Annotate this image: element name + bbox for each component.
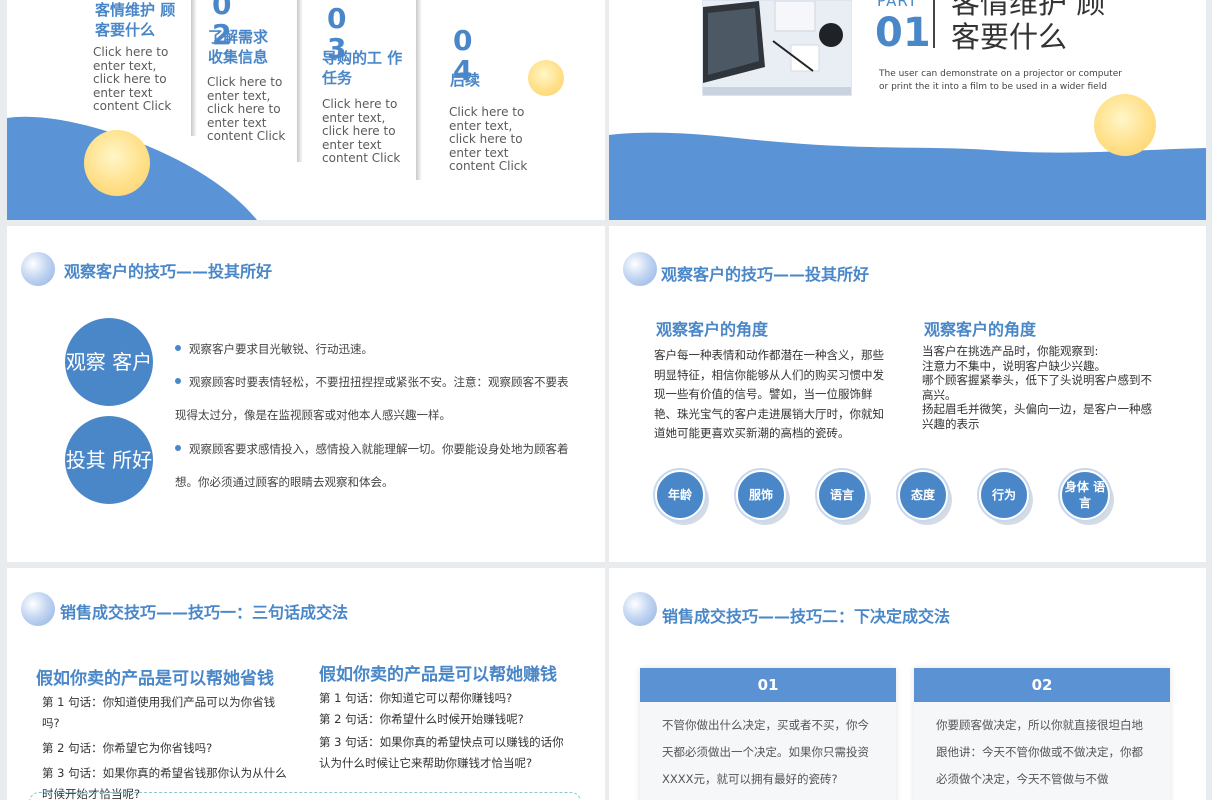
sentence-line: 第 1 句话：你知道使用我们产品可以为你省钱吗? (42, 695, 276, 730)
laptop-photo (702, 0, 852, 96)
title-orb-icon (623, 252, 657, 286)
pill-age: 年龄 (653, 468, 707, 522)
step-divider (191, 0, 197, 136)
part-number: 01 (875, 10, 931, 56)
pill-language: 语言 (815, 468, 869, 522)
card-number: 02 (914, 668, 1170, 702)
bullet-dot-icon (175, 444, 181, 451)
dashed-box (29, 792, 581, 800)
right-body: 当客户在挑选产品时，你能观察到: 注意力不集中，说明客户缺少兴趣。 哪个顾客握紧… (922, 344, 1157, 431)
circle-observe: 观察 客户 (65, 318, 153, 406)
decision-card-1: 01 不管你做出什么决定，买或者不买，你今天都必须做出一个决定。如果你只需投资X… (640, 668, 896, 800)
slide-observe-angles[interactable]: 观察客户的技巧——投其所好 观察客户的角度 客户每一种表情和动作都潜在一种含义，… (609, 226, 1206, 562)
right-line: 哪个顾客握紧拳头，低下了头说明客户感到不高兴。 (922, 373, 1152, 402)
laptop-illustration (703, 1, 851, 95)
left-lines: 第 1 句话：你知道使用我们产品可以为你省钱吗? 第 2 句话：你希望它为你省钱… (42, 692, 292, 800)
slide-title: 销售成交技巧——技巧一：三句话成交法 (60, 603, 349, 622)
part-title: 客情维护 顾客要什么 (951, 0, 1106, 54)
sun-decoration (1094, 94, 1156, 156)
sentence-line: 第 3 句话：如果你真的希望快点可以赚钱的话你认为什么时候让它来帮助你赚钱才恰当… (319, 735, 564, 770)
step2-title: 了解需求 收集信息 (208, 28, 269, 66)
bullet-dot-icon (175, 377, 181, 384)
step3-title: 导购的工 作任务 (322, 49, 403, 87)
pill-body-language: 身体 语言 (1058, 468, 1112, 522)
step-divider (297, 0, 303, 162)
step3-body: Click here to enter text, click here to … (322, 97, 401, 165)
left-body: 客户每一种表情和动作都潜在一种含义，那些明显特征，相信你能够从人们的购买习惯中发… (654, 348, 884, 440)
step2-body: Click here to enter text, click here to … (207, 75, 286, 143)
sentence-line: 第 1 句话：你知道它可以帮你赚钱吗? (319, 691, 513, 705)
step1-body: Click here to enter text, click here to … (93, 45, 172, 113)
step4-body: Click here to enter text, click here to … (449, 105, 528, 173)
pill-attitude: 态度 (896, 468, 950, 522)
step1-title: 客情维护 顾客要什么 (95, 1, 176, 39)
decision-card-2: 02 你要顾客做决定，所以你就直接很坦白地跟他讲：今天不管你做或不做决定，你都必… (914, 668, 1170, 800)
pill-behavior: 行为 (977, 468, 1031, 522)
right-lines: 第 1 句话：你知道它可以帮你赚钱吗? 第 2 句话：你希望什么时候开始赚钱呢?… (319, 688, 575, 774)
title-orb-icon (21, 252, 55, 286)
right-line: 扬起眉毛并微笑，头偏向一边，是客户一种感兴趣的表示 (922, 402, 1152, 431)
right-heading: 观察客户的角度 (924, 320, 1037, 339)
card-number: 01 (640, 668, 896, 702)
title-divider (933, 0, 935, 48)
title-orb-icon (623, 592, 657, 626)
sun-decoration (84, 130, 150, 196)
left-heading: 观察客户的角度 (656, 320, 769, 339)
bullet-item: 观察顾客时要表情轻松，不要扭扭捏捏或紧张不安。注意：观察顾客不要表现得太过分，像… (175, 375, 569, 422)
card-body: 不管你做出什么决定，买或者不买，你今天都必须做出一个决定。如果你只需投资XXXX… (662, 718, 869, 786)
step-divider (416, 0, 422, 180)
bullet-item: 观察顾客要求感情投入，感情投入就能理解一切。你要能设身处地为顾客着想。你必须通过… (175, 442, 569, 489)
sentence-line: 第 2 句话：你希望什么时候开始赚钱呢? (319, 712, 524, 726)
left-heading: 假如你卖的产品是可以帮她省钱 (36, 669, 274, 689)
slide-steps[interactable]: 客情维护 顾客要什么 Click here to enter text, cli… (7, 0, 605, 220)
slide-part01[interactable]: PART 01 客情维护 顾客要什么 The user can demonstr… (609, 0, 1206, 220)
right-heading: 假如你卖的产品是可以帮她赚钱 (319, 665, 557, 685)
bullet-dot-icon (175, 344, 181, 351)
bullet-item: 观察客户要求目光敏锐、行动迅速。 (175, 333, 570, 366)
right-line: 当客户在挑选产品时，你能观察到: (922, 344, 1099, 358)
step4-title: 后续 (450, 71, 481, 89)
card-body: 你要顾客做决定，所以你就直接很坦白地跟他讲：今天不管你做或不做决定，你都必须做个… (936, 718, 1143, 786)
slide-observe-skills[interactable]: 观察客户的技巧——投其所好 观察 客户 投其 所好 观察客户要求目光敏锐、行动迅… (7, 226, 605, 562)
slide-title: 销售成交技巧——技巧二：下决定成交法 (662, 607, 951, 626)
title-orb-icon (21, 592, 55, 626)
part-label: PART (877, 0, 918, 10)
pill-clothing: 服饰 (734, 468, 788, 522)
sentence-line: 第 2 句话：你希望它为你省钱吗? (42, 741, 213, 755)
part-caption: The user can demonstrate on a projector … (879, 69, 1122, 92)
slide-three-sentence[interactable]: 销售成交技巧——技巧一：三句话成交法 假如你卖的产品是可以帮她省钱 第 1 句话… (7, 568, 605, 800)
right-line: 注意力不集中，说明客户缺少兴趣。 (922, 358, 1106, 373)
slide-title: 观察客户的技巧——投其所好 (661, 265, 870, 284)
circle-please: 投其 所好 (65, 416, 153, 504)
slide-title: 观察客户的技巧——投其所好 (64, 262, 273, 281)
slide-decision[interactable]: 销售成交技巧——技巧二：下决定成交法 01 不管你做出什么决定，买或者不买，你今… (609, 568, 1206, 800)
